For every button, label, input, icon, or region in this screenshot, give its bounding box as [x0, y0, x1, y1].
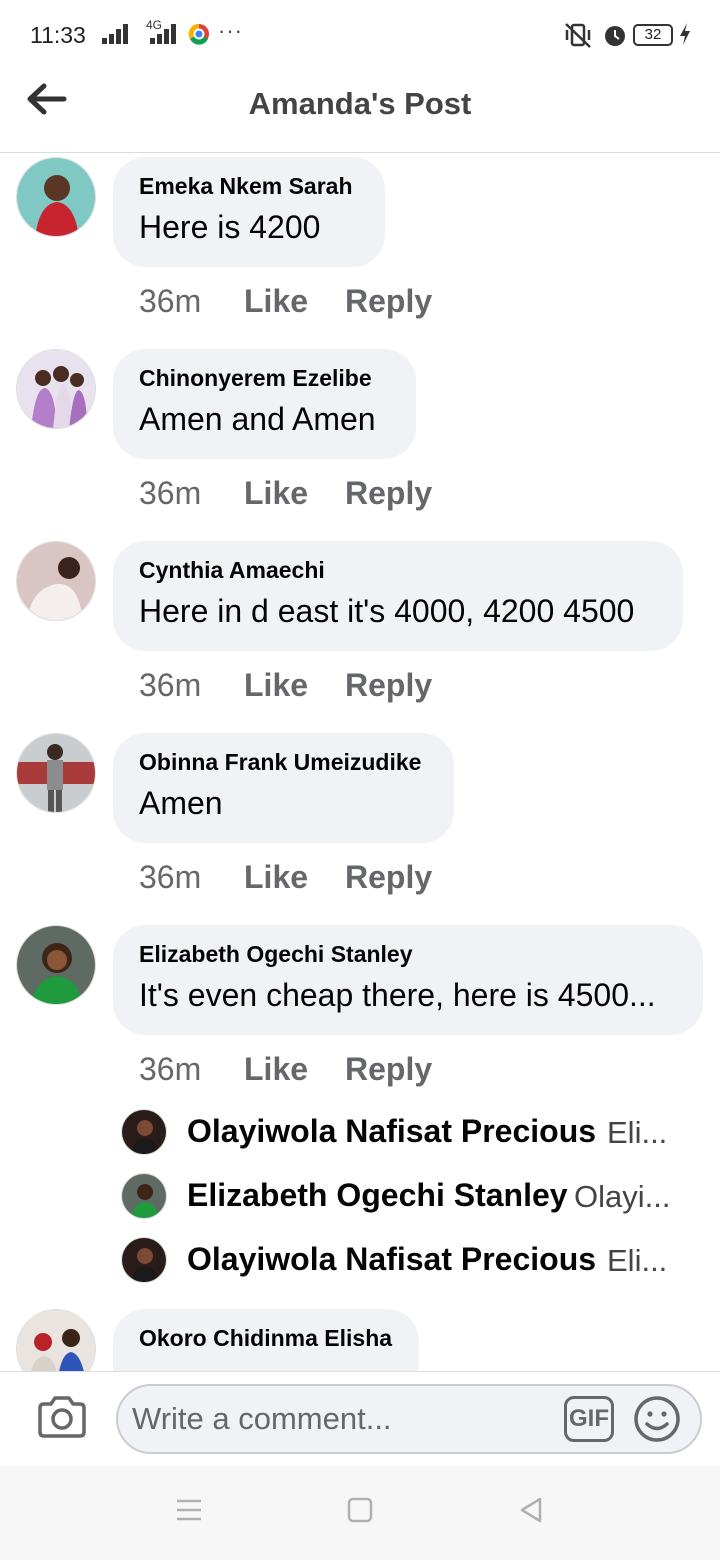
reply-snippet: Olayi...: [574, 1179, 671, 1214]
comment-bubble: Cynthia Amaechi Here in d east it's 4000…: [113, 541, 683, 651]
more-notifications-icon: ···: [218, 18, 243, 43]
comment-timestamp: 36m: [139, 667, 202, 703]
reply-author: Elizabeth Ogechi Stanley: [187, 1177, 568, 1213]
back-nav-icon[interactable]: [518, 1496, 544, 1524]
comment-author[interactable]: Cynthia Amaechi: [139, 557, 657, 584]
avatar[interactable]: [16, 157, 96, 237]
like-button[interactable]: Like: [244, 859, 308, 896]
gif-button[interactable]: GIF: [564, 1396, 614, 1442]
avatar: [121, 1237, 167, 1283]
comment-input[interactable]: [132, 1396, 552, 1442]
comment-timestamp: 36m: [139, 859, 202, 895]
avatar[interactable]: [16, 925, 96, 1005]
comments-feed[interactable]: Emeka Nkem Sarah Here is 4200 36m Like R…: [0, 154, 720, 1371]
like-button[interactable]: Like: [244, 475, 308, 512]
comment-text: It's even cheap there, here is 4500...: [139, 977, 656, 1013]
status-time: 11:33: [30, 22, 86, 48]
comment-author[interactable]: Obinna Frank Umeizudike: [139, 749, 428, 776]
avatar[interactable]: [16, 1309, 96, 1371]
comment-author[interactable]: Elizabeth Ogechi Stanley: [139, 941, 677, 968]
comment-author[interactable]: Okoro Chidinma Elisha: [139, 1325, 393, 1352]
reply-snippet: Eli...: [607, 1115, 668, 1150]
like-button[interactable]: Like: [244, 1051, 308, 1088]
vibrate-mute-icon: [565, 23, 591, 48]
reply-button[interactable]: Reply: [345, 283, 432, 320]
comment-bubble: Chinonyerem Ezelibe Amen and Amen: [113, 349, 416, 459]
avatar[interactable]: [16, 541, 96, 621]
comment-bubble: Emeka Nkem Sarah Here is 4200: [113, 157, 385, 267]
comment-text: Here in d east it's 4000, 4200 4500: [139, 593, 635, 629]
signal-icon-2: [150, 24, 176, 44]
reply-button[interactable]: Reply: [345, 667, 432, 704]
like-button[interactable]: Like: [244, 283, 308, 320]
battery-indicator: 32: [633, 24, 673, 46]
comment-text: Amen: [139, 785, 223, 821]
reply-button[interactable]: Reply: [345, 859, 432, 896]
comment-composer: GIF: [0, 1371, 720, 1466]
signal-icon: [102, 24, 128, 44]
charging-icon: [680, 23, 690, 45]
emoji-icon[interactable]: [632, 1394, 682, 1444]
reply-button[interactable]: Reply: [345, 475, 432, 512]
reply-button[interactable]: Reply: [345, 1051, 432, 1088]
comment-input-wrapper: GIF: [116, 1384, 702, 1454]
like-button[interactable]: Like: [244, 667, 308, 704]
reply-author: Olayiwola Nafisat Precious: [187, 1241, 597, 1277]
page-title: Amanda's Post: [248, 86, 472, 121]
comment-timestamp: 36m: [139, 283, 202, 319]
comment-text: Here is 4200: [139, 209, 321, 245]
comment-bubble: Okoro Chidinma Elisha: [113, 1309, 419, 1371]
system-nav-bar: [0, 1466, 720, 1560]
reply-preview[interactable]: Olayiwola Nafisat Precious Eli...: [121, 1109, 681, 1159]
reply-snippet: Eli...: [607, 1243, 668, 1278]
comment-author[interactable]: Chinonyerem Ezelibe: [139, 365, 390, 392]
reply-preview[interactable]: Elizabeth Ogechi Stanley Olayi...: [121, 1173, 681, 1223]
alarm-icon: [605, 26, 625, 46]
avatar: [121, 1109, 167, 1155]
chrome-icon: [188, 23, 209, 45]
avatar[interactable]: [16, 349, 96, 429]
comment-timestamp: 36m: [139, 1051, 202, 1087]
menu-nav-icon[interactable]: [175, 1496, 203, 1524]
avatar[interactable]: [16, 733, 96, 813]
comment-text: Amen and Amen: [139, 401, 376, 437]
comment-timestamp: 36m: [139, 475, 202, 511]
comment-bubble: Obinna Frank Umeizudike Amen: [113, 733, 454, 843]
home-nav-icon[interactable]: [347, 1496, 373, 1524]
comment-bubble: Elizabeth Ogechi Stanley It's even cheap…: [113, 925, 703, 1035]
header: Amanda's Post: [0, 70, 720, 153]
reply-preview[interactable]: Olayiwola Nafisat Precious Eli...: [121, 1237, 681, 1287]
reply-author: Olayiwola Nafisat Precious: [187, 1113, 597, 1149]
status-bar: 11:33 4G ··· 32: [0, 0, 720, 70]
avatar: [121, 1173, 167, 1219]
camera-icon[interactable]: [36, 1394, 88, 1440]
comment-author[interactable]: Emeka Nkem Sarah: [139, 173, 359, 200]
